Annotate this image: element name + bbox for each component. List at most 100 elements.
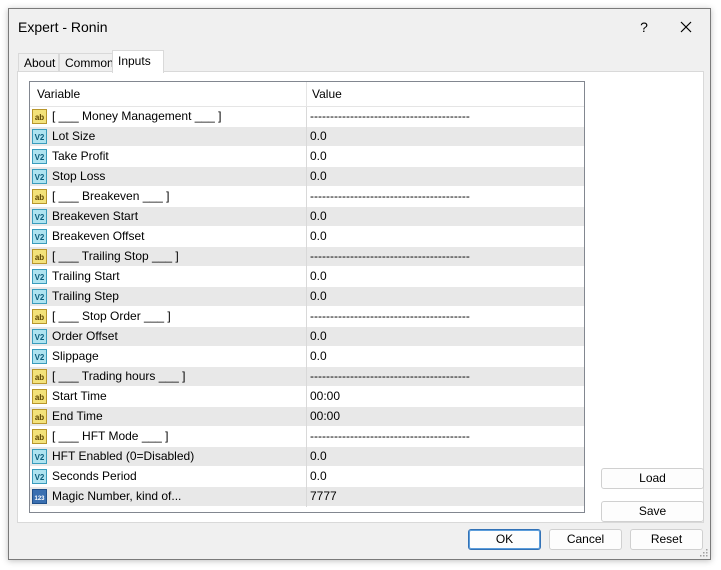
variable-value[interactable]: ----------------------------------------: [310, 307, 470, 326]
cell-divider: [306, 147, 307, 167]
table-row[interactable]: ab End Time 00:00: [30, 407, 584, 427]
svg-text:ab: ab: [35, 373, 44, 382]
column-header-variable[interactable]: Variable: [37, 82, 80, 106]
svg-text:ab: ab: [35, 253, 44, 262]
tab-common[interactable]: Common: [59, 53, 114, 72]
variable-value[interactable]: 0.0: [310, 327, 327, 346]
variable-name: Start Time: [52, 389, 107, 403]
table-row[interactable]: ab [ ___ Money Management ___ ] ----------…: [30, 107, 584, 127]
reset-button[interactable]: Reset: [630, 529, 703, 550]
tab-inputs[interactable]: Inputs: [112, 50, 164, 73]
variable-value[interactable]: 0.0: [310, 347, 327, 366]
cell-divider: [306, 207, 307, 227]
variable-name: Take Profit: [52, 149, 109, 163]
variable-value[interactable]: ----------------------------------------: [310, 107, 470, 126]
cancel-button[interactable]: Cancel: [549, 529, 622, 550]
cell-divider: [306, 247, 307, 267]
tab-about-label: About: [24, 56, 56, 70]
variable-value[interactable]: ----------------------------------------: [310, 367, 470, 386]
variable-value[interactable]: 0.0: [310, 127, 327, 146]
ok-button[interactable]: OK: [468, 529, 541, 550]
string-type-icon: ab: [32, 409, 47, 424]
table-row[interactable]: V2 Take Profit 0.0: [30, 147, 584, 167]
help-button[interactable]: ?: [634, 17, 654, 37]
variable-name: [ ___ HFT Mode ___ ]: [52, 429, 169, 443]
cell-divider: [306, 447, 307, 467]
variable-value[interactable]: 0.0: [310, 147, 327, 166]
variable-value[interactable]: 0.0: [310, 227, 327, 246]
inputs-grid[interactable]: Variable Value ab [ ___ Money Management …: [29, 81, 585, 513]
inputs-panel: Variable Value ab [ ___ Money Management …: [17, 71, 704, 523]
cell-divider: [306, 467, 307, 487]
variable-name: [ ___ Stop Order ___ ]: [52, 309, 171, 323]
variable-value[interactable]: ----------------------------------------: [310, 187, 470, 206]
svg-text:ab: ab: [35, 393, 44, 402]
double-type-icon: V2: [32, 329, 47, 344]
svg-text:V2: V2: [35, 293, 45, 302]
table-row[interactable]: V2 Slippage 0.0: [30, 347, 584, 367]
svg-text:V2: V2: [35, 273, 45, 282]
variable-value[interactable]: 0.0: [310, 167, 327, 186]
cell-divider: [306, 167, 307, 187]
cell-divider: [306, 267, 307, 287]
double-type-icon: V2: [32, 129, 47, 144]
table-row[interactable]: V2 Stop Loss 0.0: [30, 167, 584, 187]
load-button[interactable]: Load: [601, 468, 704, 489]
string-type-icon: ab: [32, 189, 47, 204]
cell-divider: [306, 227, 307, 247]
table-row[interactable]: V2 Breakeven Offset 0.0: [30, 227, 584, 247]
variable-name: [ ___ Breakeven ___ ]: [52, 189, 170, 203]
string-type-icon: ab: [32, 109, 47, 124]
variable-name: Breakeven Offset: [52, 229, 145, 243]
resize-grip-icon[interactable]: [698, 547, 708, 557]
variable-name: [ ___ Money Management ___ ]: [52, 109, 222, 123]
variable-name: HFT Enabled (0=Disabled): [52, 449, 195, 463]
variable-value[interactable]: 0.0: [310, 267, 327, 286]
table-row[interactable]: V2 Trailing Start 0.0: [30, 267, 584, 287]
string-type-icon: ab: [32, 429, 47, 444]
title-bar: Expert - Ronin ?: [9, 9, 710, 45]
double-type-icon: V2: [32, 209, 47, 224]
double-type-icon: V2: [32, 449, 47, 464]
table-row[interactable]: ab [ ___ Stop Order ___ ] ----------------…: [30, 307, 584, 327]
variable-value[interactable]: 00:00: [310, 387, 340, 406]
variable-name: Breakeven Start: [52, 209, 139, 223]
variable-value[interactable]: 0.0: [310, 467, 327, 486]
variable-value[interactable]: ----------------------------------------: [310, 247, 470, 266]
save-button[interactable]: Save: [601, 501, 704, 522]
svg-text:V2: V2: [35, 133, 45, 142]
table-row[interactable]: ab [ ___ Breakeven ___ ] -----------------…: [30, 187, 584, 207]
table-row[interactable]: V2 Trailing Step 0.0: [30, 287, 584, 307]
variable-name: Seconds Period: [52, 469, 137, 483]
variable-value[interactable]: 7777: [310, 487, 337, 506]
variable-value[interactable]: 0.0: [310, 287, 327, 306]
cell-divider: [306, 427, 307, 447]
cell-divider: [306, 187, 307, 207]
cell-divider: [306, 287, 307, 307]
table-row[interactable]: V2 Breakeven Start 0.0: [30, 207, 584, 227]
table-row[interactable]: ab Start Time 00:00: [30, 387, 584, 407]
variable-value[interactable]: 0.0: [310, 447, 327, 466]
string-type-icon: ab: [32, 369, 47, 384]
variable-value[interactable]: ----------------------------------------: [310, 427, 470, 446]
tab-about[interactable]: About: [18, 53, 59, 72]
table-row[interactable]: ab [ ___ Trailing Stop ___ ] -------------…: [30, 247, 584, 267]
variable-name: Lot Size: [52, 129, 96, 143]
table-row[interactable]: ab [ ___ Trading hours ___ ] -------------…: [30, 367, 584, 387]
string-type-icon: ab: [32, 249, 47, 264]
close-icon[interactable]: [674, 15, 698, 39]
table-row[interactable]: 123 Magic Number, kind of... 7777: [30, 487, 584, 507]
double-type-icon: V2: [32, 229, 47, 244]
table-row[interactable]: V2 Order Offset 0.0: [30, 327, 584, 347]
table-row[interactable]: V2 Lot Size 0.0: [30, 127, 584, 147]
variable-name: Trailing Step: [52, 289, 119, 303]
table-row[interactable]: V2 Seconds Period 0.0: [30, 467, 584, 487]
column-header-value[interactable]: Value: [312, 82, 342, 106]
string-type-icon: ab: [32, 309, 47, 324]
table-row[interactable]: ab [ ___ HFT Mode ___ ] ------------------…: [30, 427, 584, 447]
column-divider[interactable]: [306, 82, 307, 106]
tab-common-label: Common: [65, 56, 114, 70]
variable-value[interactable]: 00:00: [310, 407, 340, 426]
variable-value[interactable]: 0.0: [310, 207, 327, 226]
table-row[interactable]: V2 HFT Enabled (0=Disabled) 0.0: [30, 447, 584, 467]
